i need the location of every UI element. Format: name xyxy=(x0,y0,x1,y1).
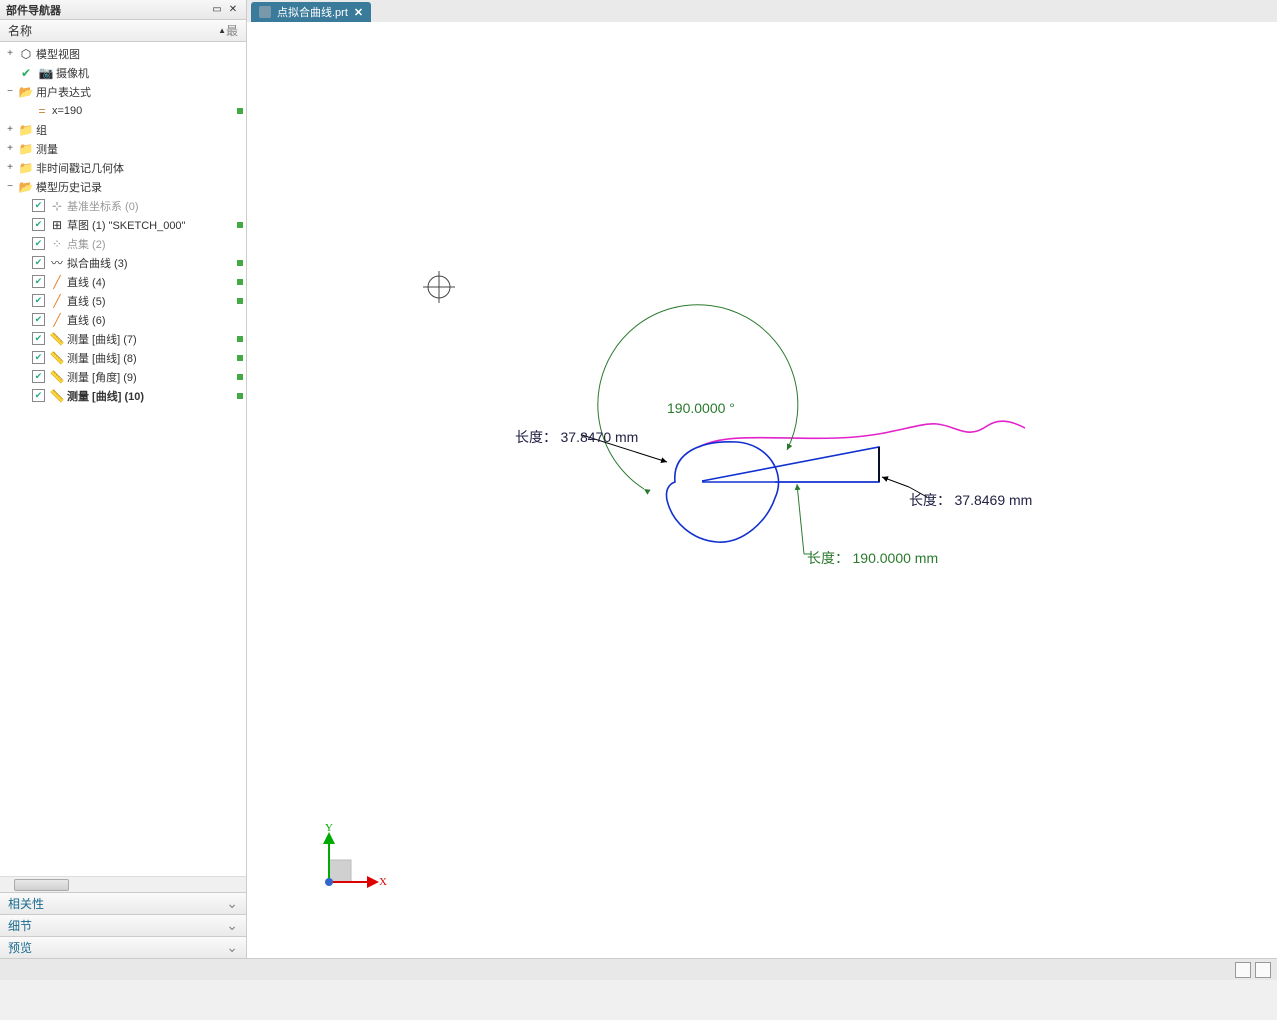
checkbox-icon[interactable]: ✔ xyxy=(32,294,45,307)
tree-item-group[interactable]: + 📁 组 xyxy=(0,120,246,139)
tree-item-measure[interactable]: + 📁 测量 xyxy=(0,139,246,158)
axis-x-label: X xyxy=(379,876,387,888)
panel-related[interactable]: 相关性⌄ xyxy=(0,892,246,914)
tree-item-meas-10[interactable]: ✔ 📏 测量 [曲线] (10) xyxy=(0,386,246,405)
status-marker-icon xyxy=(237,336,243,342)
tree-item-non-time-geo[interactable]: + 📁 非时间戳记几何体 xyxy=(0,158,246,177)
graphics-viewport[interactable]: 190.0000 ° 长度： 37.8470 mm 长度： 190.0000 m… xyxy=(247,22,1277,958)
tree-item-datum[interactable]: ✔ ⊹ 基准坐标系 (0) xyxy=(0,196,246,215)
collapse-icon[interactable]: − xyxy=(4,86,16,97)
line-icon: ╱ xyxy=(49,274,65,290)
tree-item-sketch[interactable]: ✔ ⊞ 草图 (1) "SKETCH_000" xyxy=(0,215,246,234)
checkbox-icon[interactable]: ✔ xyxy=(32,256,45,269)
pointset-icon: ⁘ xyxy=(49,236,65,252)
status-marker-icon xyxy=(237,108,243,114)
length-annotation-2: 长度： 190.0000 mm xyxy=(807,548,938,568)
folder-open-icon: 📂 xyxy=(18,179,34,195)
status-bar xyxy=(0,958,1277,980)
hscrollbar[interactable] xyxy=(0,876,246,892)
equals-icon: = xyxy=(34,103,50,119)
status-marker-icon xyxy=(237,374,243,380)
camera-icon: 📷 xyxy=(38,65,54,81)
tree-item-pointset[interactable]: ✔ ⁘ 点集 (2) xyxy=(0,234,246,253)
tree-item-meas-8[interactable]: ✔ 📏 测量 [曲线] (8) xyxy=(0,348,246,367)
panel-header: 部件导航器 ▭ ✕ xyxy=(0,0,246,20)
part-navigator-panel: 部件导航器 ▭ ✕ 名称 ▲ 最 + ⬡ 模型视图 ✔ 📷 摄像机 xyxy=(0,0,247,958)
checkbox-icon[interactable]: ✔ xyxy=(32,351,45,364)
tree-item-x-expr[interactable]: = x=190 xyxy=(0,101,246,120)
model-icon: ⬡ xyxy=(18,46,34,62)
checkbox-icon[interactable]: ✔ xyxy=(32,237,45,250)
expand-icon[interactable]: + xyxy=(4,48,16,59)
tree-item-fit-curve[interactable]: ✔ 〰 拟合曲线 (3) xyxy=(0,253,246,272)
measure-icon: 📏 xyxy=(49,369,65,385)
csys-icon: ⊹ xyxy=(49,198,65,214)
sort-asc-icon: ▲ xyxy=(218,26,226,35)
sketch-icon: ⊞ xyxy=(49,217,65,233)
status-icon-1[interactable] xyxy=(1235,962,1251,978)
measure-icon: 📏 xyxy=(49,388,65,404)
maximize-icon[interactable]: ▭ xyxy=(210,3,224,17)
panel-detail[interactable]: 细节⌄ xyxy=(0,914,246,936)
check-icon: ✔ xyxy=(18,65,34,81)
workspace: 点拟合曲线.prt ✕ xyxy=(247,0,1277,958)
axis-y-label: Y xyxy=(325,822,333,834)
status-marker-icon xyxy=(237,355,243,361)
tree-item-line-4[interactable]: ✔ ╱ 直线 (4) xyxy=(0,272,246,291)
checkbox-icon[interactable]: ✔ xyxy=(32,313,45,326)
tab-filename: 点拟合曲线.prt xyxy=(277,4,348,20)
tree-column-header[interactable]: 名称 ▲ 最 xyxy=(0,20,246,42)
line-icon: ╱ xyxy=(49,312,65,328)
measure-icon: 📏 xyxy=(49,350,65,366)
checkbox-icon[interactable]: ✔ xyxy=(32,218,45,231)
tree-item-camera[interactable]: ✔ 📷 摄像机 xyxy=(0,63,246,82)
document-tab-bar: 点拟合曲线.prt ✕ xyxy=(247,0,1277,22)
panel-title: 部件导航器 xyxy=(6,2,61,18)
status-marker-icon xyxy=(237,222,243,228)
tree-item-history[interactable]: − 📂 模型历史记录 xyxy=(0,177,246,196)
part-icon xyxy=(259,6,271,18)
viewport-svg xyxy=(247,22,1277,958)
scroll-thumb[interactable] xyxy=(14,879,69,891)
status-marker-icon xyxy=(237,260,243,266)
document-tab[interactable]: 点拟合曲线.prt ✕ xyxy=(251,2,371,22)
folder-icon: 📁 xyxy=(18,160,34,176)
chevron-down-icon: ⌄ xyxy=(226,895,238,912)
tree-item-model-view[interactable]: + ⬡ 模型视图 xyxy=(0,44,246,63)
chevron-down-icon: ⌄ xyxy=(226,939,238,956)
line-icon: ╱ xyxy=(49,293,65,309)
feature-tree[interactable]: + ⬡ 模型视图 ✔ 📷 摄像机 − 📂 用户表达式 = x=190 + xyxy=(0,42,246,876)
tree-item-line-6[interactable]: ✔ ╱ 直线 (6) xyxy=(0,310,246,329)
tree-item-meas-9[interactable]: ✔ 📏 测量 [角度] (9) xyxy=(0,367,246,386)
checkbox-icon[interactable]: ✔ xyxy=(32,275,45,288)
checkbox-icon[interactable]: ✔ xyxy=(32,370,45,383)
col-last: 最 xyxy=(226,22,238,39)
chevron-down-icon: ⌄ xyxy=(226,917,238,934)
close-icon[interactable]: ✕ xyxy=(226,3,240,17)
folder-icon: 📁 xyxy=(18,122,34,138)
panel-preview[interactable]: 预览⌄ xyxy=(0,936,246,958)
status-marker-icon xyxy=(237,279,243,285)
status-icon-2[interactable] xyxy=(1255,962,1271,978)
tree-item-line-5[interactable]: ✔ ╱ 直线 (5) xyxy=(0,291,246,310)
folder-open-icon: 📂 xyxy=(18,84,34,100)
checkbox-icon[interactable]: ✔ xyxy=(32,332,45,345)
tab-close-icon[interactable]: ✕ xyxy=(354,6,363,19)
measure-icon: 📏 xyxy=(49,331,65,347)
length-annotation-3: 长度： 37.8469 mm xyxy=(909,490,1032,510)
tree-item-meas-7[interactable]: ✔ 📏 测量 [曲线] (7) xyxy=(0,329,246,348)
length-annotation-1: 长度： 37.8470 mm xyxy=(515,427,638,447)
checkbox-icon[interactable]: ✔ xyxy=(32,389,45,402)
tree-item-user-expr[interactable]: − 📂 用户表达式 xyxy=(0,82,246,101)
col-name: 名称 xyxy=(8,22,214,39)
folder-icon: 📁 xyxy=(18,141,34,157)
status-marker-icon xyxy=(237,393,243,399)
status-marker-icon xyxy=(237,298,243,304)
curve-icon: 〰 xyxy=(49,255,65,271)
checkbox-icon[interactable]: ✔ xyxy=(32,199,45,212)
angle-annotation: 190.0000 ° xyxy=(667,400,735,418)
